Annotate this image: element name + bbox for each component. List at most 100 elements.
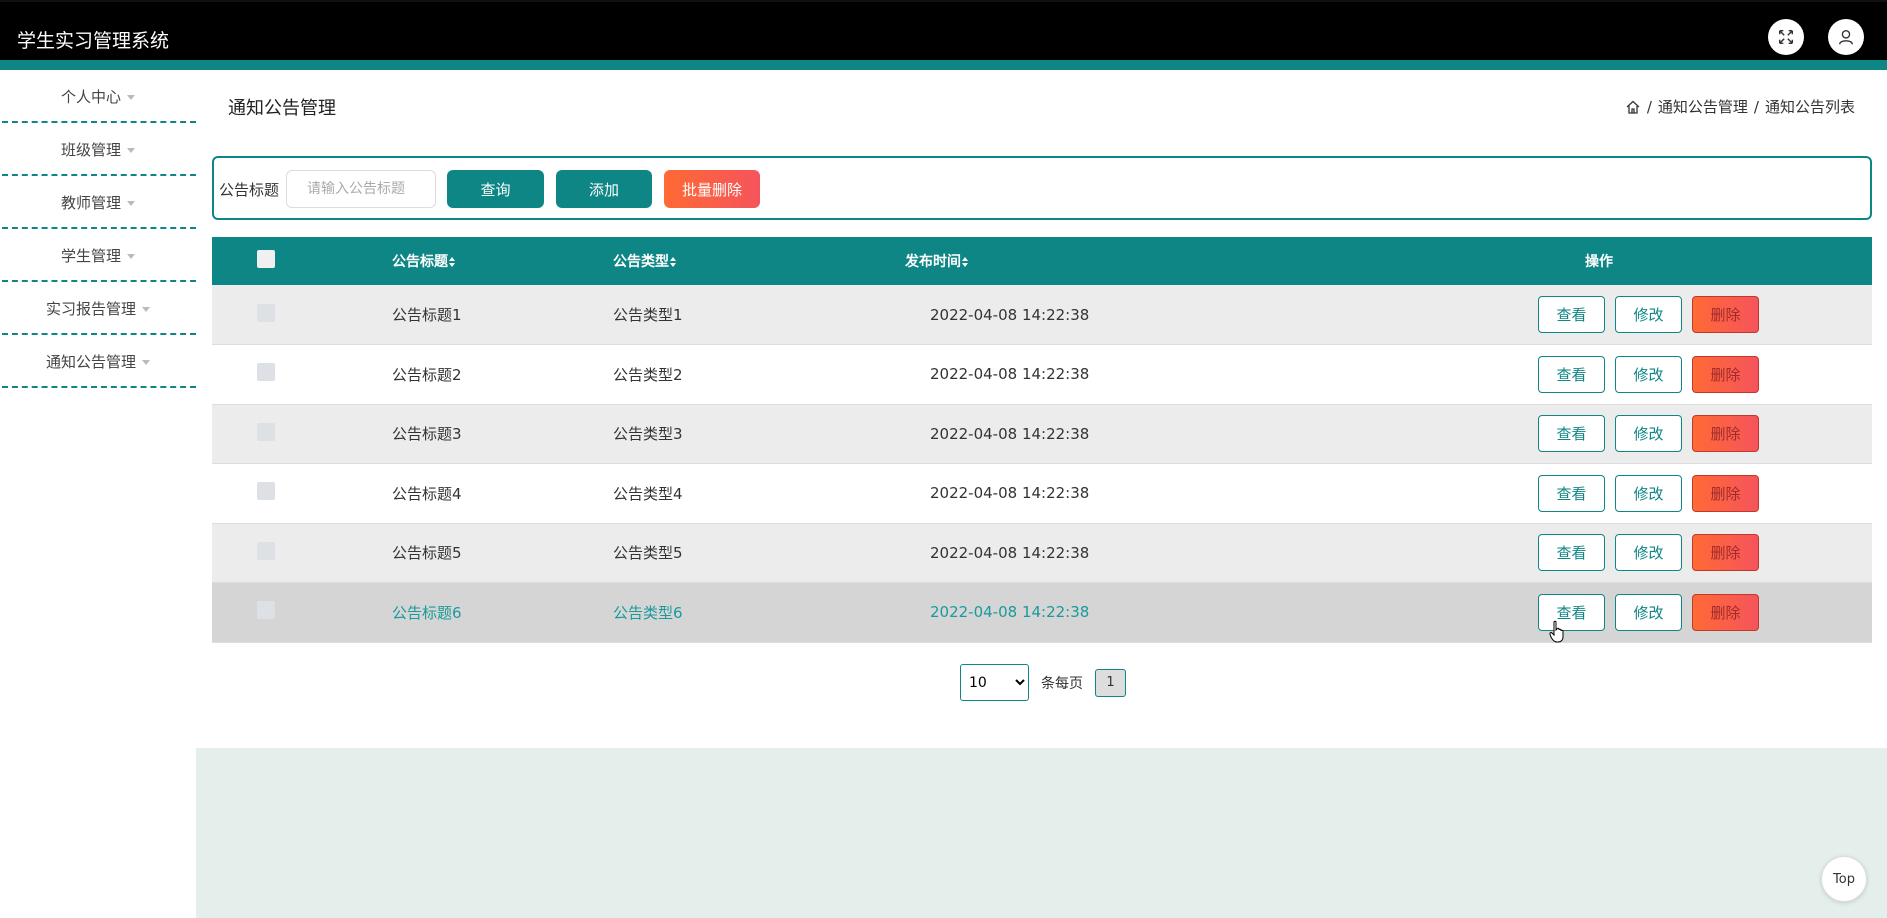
sidebar-item-personal-center[interactable]: 个人中心 [0,70,196,123]
cell-title: 公告标题1 [392,306,462,324]
sidebar-item-label: 个人中心 [60,88,121,106]
hand-cursor-icon [1549,620,1564,643]
delete-button[interactable]: 删除 [1692,415,1759,453]
view-button[interactable]: 查看 [1538,355,1605,393]
pagination: 10 条每页 1 [960,664,1126,701]
view-button[interactable]: 查看 [1538,534,1605,572]
top-bar: 学生实习管理系统 [0,0,1887,70]
query-button[interactable]: 查询 [447,170,544,208]
batch-delete-button[interactable]: 批量删除 [664,170,760,208]
breadcrumb: / 通知公告管理 / 通知公告列表 [1625,96,1855,117]
cell-type: 公告类型5 [613,544,683,563]
bottom-panel [196,748,1887,918]
back-to-top-button[interactable]: Top [1821,856,1867,902]
cell-type: 公告类型1 [613,306,683,324]
user-button[interactable] [1828,19,1864,55]
cell-time: 2022-04-08 14:22:38 [930,424,1090,443]
edit-button[interactable]: 修改 [1615,415,1682,453]
sidebar-item-label: 通知公告管理 [45,353,136,371]
fullscreen-button[interactable] [1768,19,1804,55]
table-row: 公告标题1 公告类型1 2022-04-08 14:22:38 查看 修改 删除 [212,285,1872,345]
caret-down-icon [127,201,135,206]
caret-down-icon [142,360,150,365]
sort-icon[interactable] [449,257,456,267]
header-accent-strip [0,60,1887,70]
sidebar-item-teacher-management[interactable]: 教师管理 [0,176,196,229]
delete-button[interactable]: 删除 [1692,534,1759,572]
sidebar-item-notice-management[interactable]: 通知公告管理 [0,335,196,388]
cell-title: 公告标题2 [392,365,462,384]
cell-time: 2022-04-08 14:22:38 [930,365,1090,384]
breadcrumb-item-notice-management[interactable]: 通知公告管理 [1658,96,1748,117]
delete-button[interactable]: 删除 [1692,593,1759,631]
caret-down-icon [127,95,135,100]
column-header-time[interactable]: 发布时间 [905,237,1326,285]
per-page-label: 条每页 [1041,675,1083,692]
row-checkbox[interactable] [257,482,275,501]
cell-title: 公告标题5 [392,544,462,563]
table-row: 公告标题4 公告类型4 2022-04-08 14:22:38 查看 修改 删除 [212,463,1872,523]
cell-type: 公告类型2 [613,365,683,384]
sidebar-item-label: 学生管理 [60,247,121,265]
sidebar-item-label: 班级管理 [60,141,121,159]
edit-button[interactable]: 修改 [1615,593,1682,631]
cell-title: 公告标题4 [392,484,462,503]
cell-type: 公告类型3 [613,425,683,444]
view-button[interactable]: 查看 [1538,296,1605,333]
table-row: 公告标题6 公告类型6 2022-04-08 14:22:38 查看 修改 删除 [212,582,1872,642]
sort-icon[interactable] [670,257,677,267]
sidebar-item-report-management[interactable]: 实习报告管理 [0,282,196,335]
delete-button[interactable]: 删除 [1692,296,1759,333]
app-title: 学生实习管理系统 [17,30,170,52]
table-row: 公告标题2 公告类型2 2022-04-08 14:22:38 查看 修改 删除 [212,344,1872,404]
sidebar-item-student-management[interactable]: 学生管理 [0,229,196,282]
edit-button[interactable]: 修改 [1615,534,1682,572]
column-header-ops: 操作 [1585,254,1613,270]
cell-title: 公告标题6 [392,603,462,622]
sidebar-item-class-management[interactable]: 班级管理 [0,123,196,176]
sidebar-item-label: 实习报告管理 [45,300,136,318]
add-button[interactable]: 添加 [556,170,652,208]
row-checkbox[interactable] [257,303,275,322]
cell-type: 公告类型4 [613,484,683,503]
cell-time: 2022-04-08 14:22:38 [930,305,1090,324]
row-checkbox[interactable] [257,363,275,382]
row-checkbox[interactable] [257,541,275,560]
search-input[interactable] [286,170,436,208]
page-size-select[interactable]: 10 [960,664,1029,701]
page-number-button[interactable]: 1 [1095,668,1126,697]
cell-time: 2022-04-08 14:22:38 [930,603,1090,622]
column-header-title[interactable]: 公告标题 [392,237,613,285]
caret-down-icon [142,307,150,312]
edit-button[interactable]: 修改 [1615,474,1682,512]
column-header-type[interactable]: 公告类型 [613,237,905,285]
breadcrumb-separator: / [1753,97,1759,116]
home-icon[interactable] [1625,99,1641,115]
table-header-row: 公告标题 公告类型 发布时间 操作 [212,237,1872,285]
cell-time: 2022-04-08 14:22:38 [930,543,1090,562]
cell-title: 公告标题3 [392,425,462,444]
breadcrumb-separator: / [1646,97,1652,116]
view-button[interactable]: 查看 [1538,474,1605,512]
edit-button[interactable]: 修改 [1615,296,1682,333]
sidebar: 个人中心 班级管理 教师管理 学生管理 实习报告管理 通知公告管理 [0,70,196,388]
select-all-checkbox[interactable] [257,250,275,268]
row-checkbox[interactable] [257,422,275,441]
edit-button[interactable]: 修改 [1615,355,1682,393]
row-checkbox[interactable] [257,601,275,620]
breadcrumb-item-notice-list: 通知公告列表 [1764,98,1855,116]
delete-button[interactable]: 删除 [1692,355,1759,393]
caret-down-icon [127,148,135,153]
search-bar: 公告标题 查询 添加 批量删除 [212,156,1872,220]
sidebar-item-label: 教师管理 [60,194,121,212]
caret-down-icon [127,254,135,259]
sort-icon[interactable] [962,257,969,267]
view-button[interactable]: 查看 [1538,415,1605,453]
cell-type: 公告类型6 [613,603,683,622]
table-row: 公告标题3 公告类型3 2022-04-08 14:22:38 查看 修改 删除 [212,404,1872,464]
user-icon [1839,30,1853,45]
expand-icon [1778,29,1794,45]
delete-button[interactable]: 删除 [1692,474,1759,512]
search-label: 公告标题 [219,181,280,199]
page-title: 通知公告管理 [228,98,336,119]
